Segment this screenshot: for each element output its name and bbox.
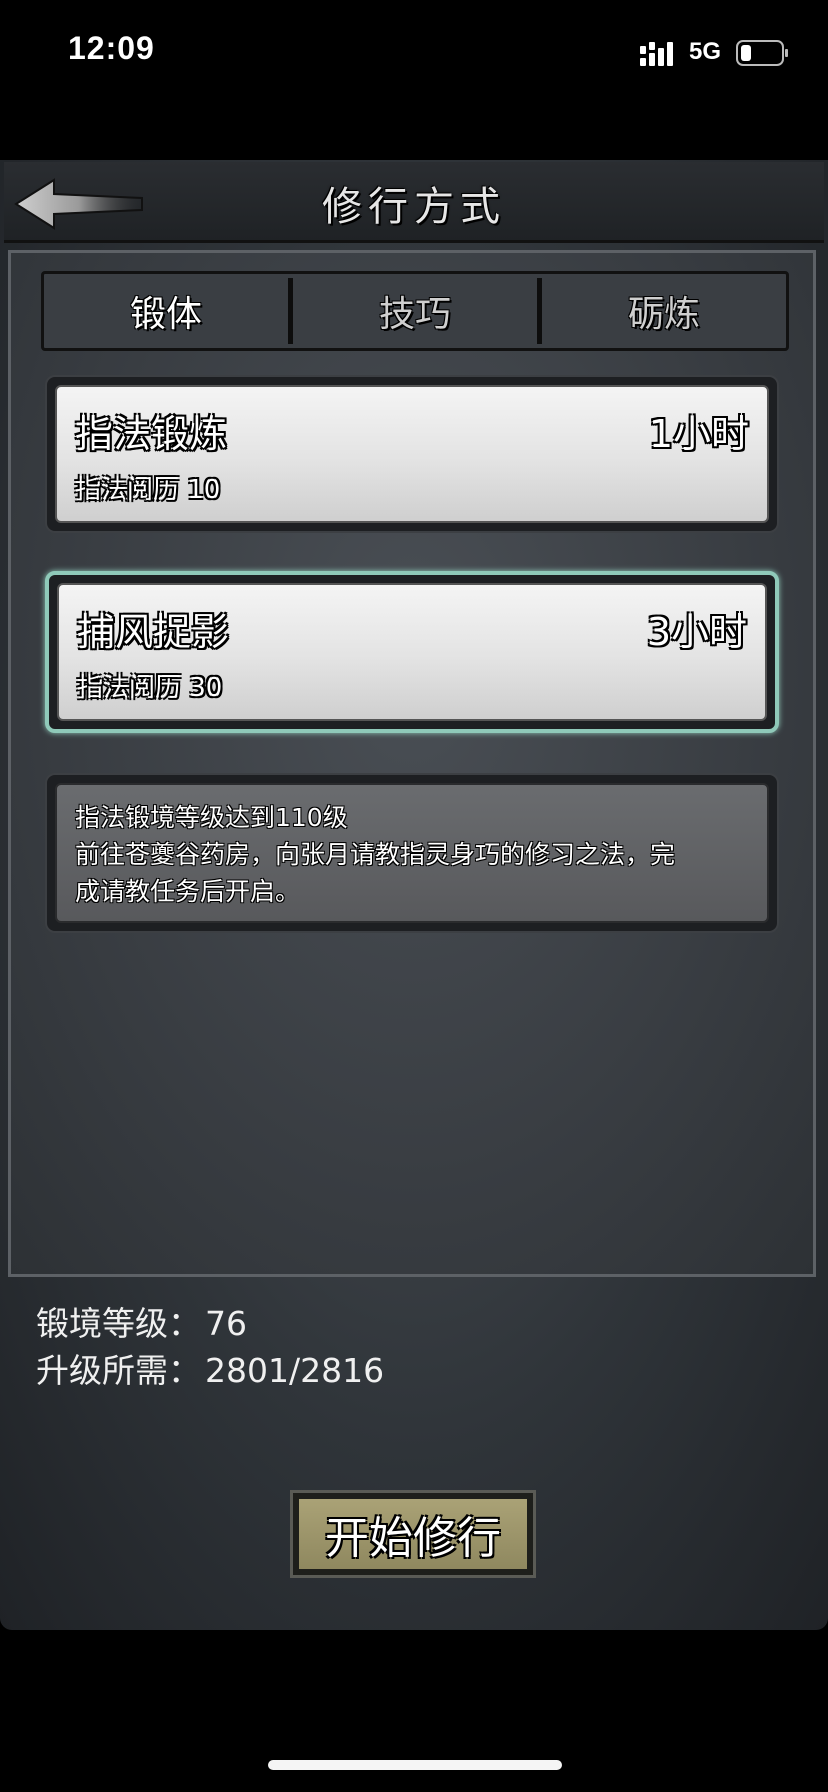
level-label: 锻境等级：	[36, 1304, 201, 1343]
training-reward: 指法阅历 30	[77, 673, 223, 703]
tab-jiqiao[interactable]: 技巧	[293, 274, 537, 348]
tab-bar: 锻体 技巧 砺炼	[41, 271, 789, 351]
upgrade-value: 2801/2816	[205, 1351, 385, 1390]
unlock-description-cont: 成请教任务后开启。	[75, 877, 301, 906]
training-card-bufeng[interactable]: 捕风捉影 3小时 指法阅历 30	[45, 571, 779, 733]
status-bar: 12:09 5G	[0, 0, 828, 110]
training-duration: 3小时	[646, 610, 747, 654]
locked-card-body: 指法锻境等级达到110级 前往苍夔谷药房，向张月请教指灵身巧的修习之法，完 成请…	[55, 783, 769, 923]
start-training-label: 开始修行	[299, 1499, 527, 1569]
training-name: 指法锻炼	[75, 412, 228, 456]
title-bar: 修行方式	[4, 162, 824, 243]
training-card-body: 指法锻炼 1小时 指法阅历 10	[55, 385, 769, 523]
tab-lilian[interactable]: 砺炼	[542, 274, 786, 348]
training-name: 捕风捉影	[77, 610, 230, 654]
training-duration: 1小时	[648, 412, 749, 456]
level-stats: 锻境等级： 76 升级所需： 2801/2816	[36, 1300, 388, 1394]
training-card-body: 捕风捉影 3小时 指法阅历 30	[57, 583, 767, 721]
unlock-requirement: 指法锻境等级达到110级	[75, 803, 348, 832]
upgrade-label: 升级所需：	[36, 1351, 201, 1390]
upgrade-row: 升级所需： 2801/2816	[36, 1347, 388, 1394]
signal-icon	[640, 42, 673, 66]
home-indicator[interactable]	[268, 1760, 562, 1770]
status-time: 12:09	[68, 30, 155, 66]
start-training-button[interactable]: 开始修行	[290, 1490, 536, 1578]
network-label: 5G	[689, 38, 722, 65]
training-card-zhifa[interactable]: 指法锻炼 1小时 指法阅历 10	[45, 375, 779, 533]
level-value: 76	[205, 1304, 247, 1343]
tab-duanti[interactable]: 锻体	[44, 274, 288, 348]
page-title: 修行方式	[322, 184, 506, 230]
game-panel: 修行方式 锻体 技巧 砺炼 指法锻炼 1小时 指法阅历 10 捕风捉影 3小时 …	[0, 160, 828, 1630]
training-reward: 指法阅历 10	[75, 475, 221, 505]
battery-icon	[736, 40, 788, 66]
level-row: 锻境等级： 76	[36, 1300, 388, 1347]
unlock-description: 前往苍夔谷药房，向张月请教指灵身巧的修习之法，完	[75, 840, 676, 869]
locked-training-card: 指法锻境等级达到110级 前往苍夔谷药房，向张月请教指灵身巧的修习之法，完 成请…	[45, 773, 779, 933]
content-frame: 锻体 技巧 砺炼 指法锻炼 1小时 指法阅历 10 捕风捉影 3小时 指法阅历 …	[8, 250, 816, 1277]
